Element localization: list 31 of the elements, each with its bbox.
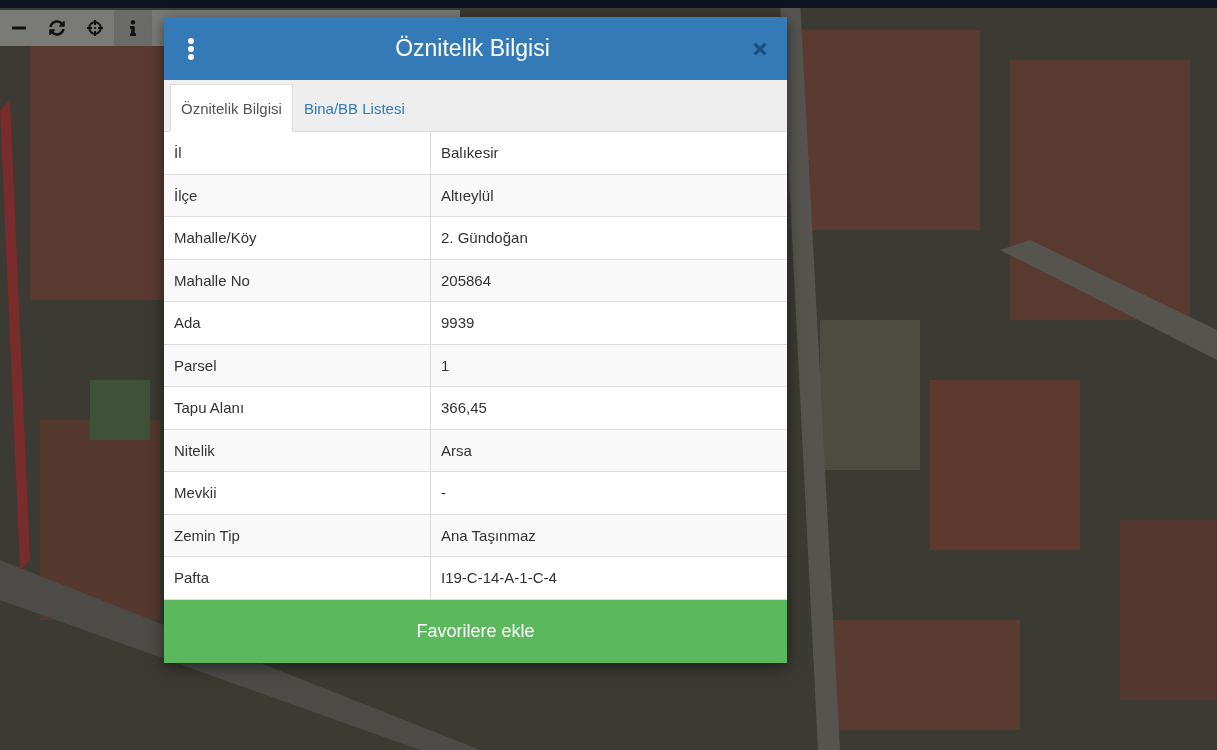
label-cell: Mahalle/Köy [164,217,431,259]
add-favorites-button[interactable]: Favorilere ekle [164,599,787,663]
value-cell-text: Balıkesir [440,143,500,164]
label-cell: Parsel [164,344,431,386]
value-cell-text: 9939 [440,313,476,334]
value-cell-text: I19-C-14-A-1-C-4 [440,568,558,589]
value-cell-text: Ana Taşınmaz [440,525,537,546]
value-cell-text: Altıeylül [440,185,495,206]
label-cell: İl [164,132,431,174]
label-cell: Mahalle No [164,259,431,301]
tab[interactable]: Öznitelik Bilgisi [170,84,293,132]
menu-button[interactable] [188,37,194,60]
label-cell: Ada [164,302,431,344]
value-cell-text: - [440,483,447,504]
tab[interactable]: Bina/BB Listesi [292,84,416,132]
value-cell-text: 205864 [440,270,493,291]
value-cell-text: 366,45 [440,398,488,419]
value-cell-text: 1 [440,355,451,376]
label-cell: İlçe [164,174,431,216]
info-button[interactable] [114,10,152,46]
more-vertical-icon [188,37,194,60]
value-cell-text: Arsa [440,440,473,461]
label-cell: Tapu Alanı [164,387,431,429]
dialog-title: Öznitelik Bilgisi [394,35,551,62]
crosshair-icon [87,20,103,36]
label-cell: Mevkii [164,472,431,514]
refresh-icon [49,20,65,36]
label-cell: Pafta [164,557,431,599]
label-cell: Nitelik [164,429,431,471]
label-cell: Zemin Tip [164,514,431,556]
value-cell-text: 2. Gündoğan [440,228,529,249]
